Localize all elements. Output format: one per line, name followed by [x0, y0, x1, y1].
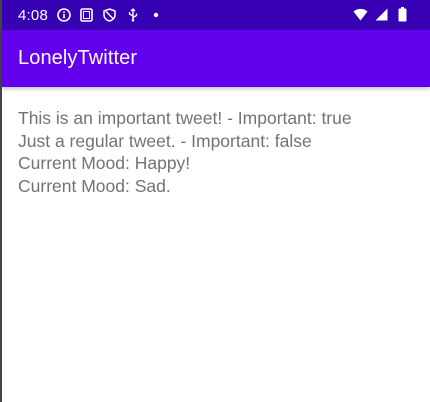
status-bar-left: 4:08: [18, 7, 163, 24]
status-bar: 4:08: [2, 0, 430, 30]
wifi-icon: [353, 7, 368, 22]
shield-icon: [102, 8, 117, 23]
screenshot-icon: [79, 8, 94, 23]
info-circle-icon: [56, 8, 71, 23]
tweet-list-item[interactable]: Current Mood: Sad.: [18, 175, 352, 198]
notification-dot-icon: [148, 8, 163, 23]
status-bar-right: [353, 7, 410, 22]
tweet-list[interactable]: This is an important tweet! - Important:…: [18, 107, 352, 197]
status-time: 4:08: [18, 6, 48, 24]
usb-icon: [125, 8, 140, 23]
tweet-list-item[interactable]: Current Mood: Happy!: [18, 152, 352, 175]
app-bar: LonelyTwitter: [2, 30, 430, 87]
tweet-list-item[interactable]: Just a regular tweet. - Important: false: [18, 130, 352, 153]
tweet-list-item[interactable]: This is an important tweet! - Important:…: [18, 107, 352, 130]
cellular-signal-icon: [374, 7, 389, 22]
battery-icon: [395, 7, 410, 22]
app-screen: 4:08 LonelyTwitter This is an important …: [0, 0, 430, 402]
app-title: LonelyTwitter: [18, 47, 138, 69]
